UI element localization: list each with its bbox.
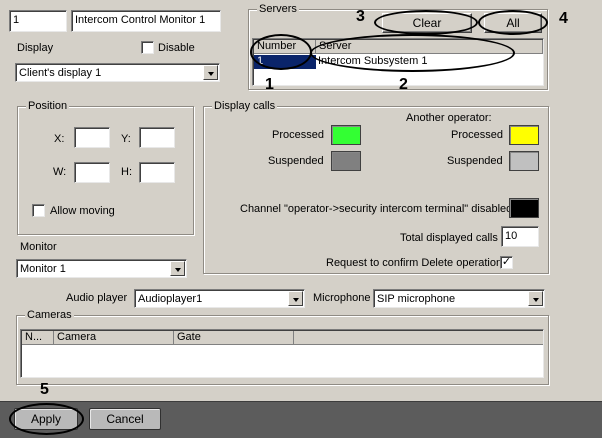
- chevron-down-icon[interactable]: [288, 291, 303, 306]
- h-field[interactable]: [139, 162, 175, 183]
- suspended-label: Suspended: [268, 155, 324, 167]
- column-header-server[interactable]: Server: [316, 40, 543, 54]
- display-select[interactable]: Client's display 1: [15, 63, 220, 82]
- w-field[interactable]: [74, 162, 110, 183]
- servers-legend: Servers: [257, 3, 299, 15]
- channel-disabled-label: Channel "operator->security intercom ter…: [240, 203, 513, 215]
- suspended-color-swatch[interactable]: [331, 151, 361, 171]
- y-field[interactable]: [139, 127, 175, 148]
- id-field[interactable]: 1: [9, 10, 67, 32]
- annotation-marker-2: 2: [399, 76, 408, 93]
- column-header-number[interactable]: Number: [254, 40, 316, 54]
- display-select-value: Client's display 1: [19, 67, 102, 79]
- another-operator-label: Another operator:: [406, 112, 492, 124]
- another-processed-color-swatch[interactable]: [509, 125, 539, 145]
- x-label: X:: [54, 133, 65, 145]
- chevron-down-icon[interactable]: [170, 261, 185, 276]
- channel-disabled-color-swatch[interactable]: [509, 198, 539, 218]
- another-processed-label: Processed: [451, 129, 503, 141]
- chevron-down-icon[interactable]: [528, 291, 543, 306]
- y-label: Y:: [121, 133, 131, 145]
- another-suspended-label: Suspended: [447, 155, 503, 167]
- all-button[interactable]: All: [484, 13, 542, 33]
- cell-number: 1: [254, 55, 316, 69]
- processed-color-swatch[interactable]: [331, 125, 361, 145]
- apply-button[interactable]: Apply: [14, 408, 78, 430]
- name-field[interactable]: Intercom Control Monitor 1: [71, 10, 221, 32]
- disable-checkbox[interactable]: [141, 41, 154, 54]
- column-header-n[interactable]: N...: [22, 331, 54, 345]
- audio-player-value: Audioplayer1: [138, 293, 203, 305]
- clear-button[interactable]: Clear: [382, 13, 472, 33]
- column-header-camera[interactable]: Camera: [54, 331, 174, 345]
- allow-moving-checkbox[interactable]: [32, 204, 45, 217]
- servers-table: Number Server 1 Intercom Subsystem 1: [252, 38, 544, 86]
- h-label: H:: [121, 166, 132, 178]
- chevron-down-icon[interactable]: [203, 65, 218, 80]
- monitor-select-value: Monitor 1: [20, 263, 66, 275]
- audio-player-label: Audio player: [66, 292, 128, 304]
- processed-label: Processed: [272, 129, 324, 141]
- audio-player-select[interactable]: Audioplayer1: [134, 289, 305, 308]
- monitor-select[interactable]: Monitor 1: [16, 259, 187, 278]
- allow-moving-label: Allow moving: [50, 205, 115, 217]
- cell-server: Intercom Subsystem 1: [318, 55, 428, 67]
- monitor-label: Monitor: [20, 241, 57, 253]
- display-label: Display: [17, 42, 54, 54]
- microphone-select[interactable]: SIP microphone: [373, 289, 545, 308]
- annotation-marker-4: 4: [559, 10, 568, 27]
- position-legend: Position: [26, 100, 70, 112]
- total-displayed-calls-field[interactable]: 10: [501, 226, 539, 247]
- x-field[interactable]: [74, 127, 110, 148]
- microphone-value: SIP microphone: [377, 293, 456, 305]
- request-confirm-label: Request to confirm Delete operation: [326, 257, 503, 269]
- column-header-gate[interactable]: Gate: [174, 331, 294, 345]
- annotation-marker-5: 5: [40, 381, 49, 398]
- table-row[interactable]: 1 Intercom Subsystem 1: [254, 55, 544, 69]
- annotation-marker-3: 3: [356, 8, 365, 25]
- microphone-label: Microphone: [313, 292, 371, 304]
- w-label: W:: [53, 166, 67, 178]
- total-displayed-calls-label: Total displayed calls: [400, 232, 498, 244]
- annotation-marker-1: 1: [265, 76, 274, 93]
- display-calls-legend: Display calls: [212, 100, 278, 112]
- request-confirm-checkbox[interactable]: ✓: [500, 256, 513, 269]
- disable-label: Disable: [158, 42, 195, 54]
- column-header-filler: [294, 331, 543, 345]
- cameras-table: N... Camera Gate: [20, 329, 544, 378]
- another-suspended-color-swatch[interactable]: [509, 151, 539, 171]
- cancel-button[interactable]: Cancel: [89, 408, 161, 430]
- cameras-legend: Cameras: [25, 309, 74, 321]
